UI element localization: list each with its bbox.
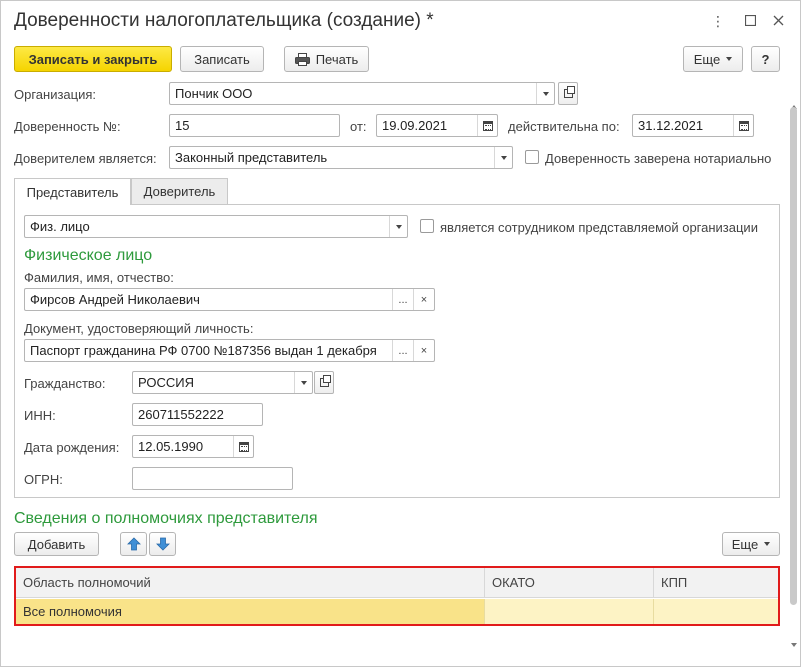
from-date-input[interactable]: 19.09.2021 <box>376 114 498 137</box>
calendar-icon[interactable] <box>733 115 753 136</box>
valid-until-value: 31.12.2021 <box>638 118 704 133</box>
organization-label: Организация: <box>14 87 97 102</box>
select-button[interactable]: ... <box>392 289 413 310</box>
scroll-thumb[interactable] <box>790 107 797 605</box>
from-date-value: 19.09.2021 <box>382 118 448 133</box>
powers-more-button[interactable]: Еще <box>722 532 780 556</box>
ogrn-input[interactable] <box>132 467 293 490</box>
citizenship-value: РОССИЯ <box>138 375 195 390</box>
inn-label: ИНН: <box>24 408 56 423</box>
window-title: Доверенности налогоплательщика (создание… <box>14 10 434 31</box>
column-header-okato[interactable]: ОКАТО <box>485 568 654 598</box>
cell-okato[interactable] <box>485 599 654 624</box>
inn-value: 260711552222 <box>138 407 224 422</box>
maximize-icon[interactable] <box>740 11 760 31</box>
employee-label: является сотрудником представляемой орга… <box>440 220 758 235</box>
open-organization-button[interactable] <box>558 82 578 105</box>
organization-value: Пончик ООО <box>175 86 253 101</box>
column-header-kpp[interactable]: КПП <box>654 568 778 598</box>
powers-more-label: Еще <box>731 536 759 552</box>
inn-input[interactable]: 260711552222 <box>132 403 263 426</box>
poa-number-value: 15 <box>175 118 190 133</box>
notarized-checkbox[interactable] <box>525 150 539 164</box>
fio-input[interactable]: Фирсов Андрей Николаевич ... × <box>24 288 435 311</box>
chevron-down-icon[interactable] <box>494 147 512 168</box>
clear-icon[interactable]: × <box>413 289 434 310</box>
calendar-icon[interactable] <box>477 115 497 136</box>
print-label: Печать <box>315 51 359 67</box>
birth-date-label: Дата рождения: <box>24 440 120 455</box>
print-button[interactable]: Печать <box>284 46 369 72</box>
notarized-label: Доверенность заверена нотариально <box>545 151 772 166</box>
document-window: Доверенности налогоплательщика (создание… <box>0 0 801 667</box>
identity-document-label: Документ, удостоверяющий личность: <box>24 321 254 336</box>
identity-document-input[interactable]: Паспорт гражданина РФ 0700 №187356 выдан… <box>24 339 435 362</box>
calendar-icon[interactable] <box>233 436 253 457</box>
fio-value: Фирсов Андрей Николаевич <box>30 292 200 307</box>
birth-date-value: 12.05.1990 <box>138 439 204 454</box>
individual-section-title: Физическое лицо <box>24 247 153 264</box>
open-citizenship-button[interactable] <box>314 371 334 394</box>
tab-representative[interactable]: Представитель <box>14 178 131 205</box>
powers-section-title: Сведения о полномочиях представителя <box>14 510 318 527</box>
principal-select[interactable]: Законный представитель <box>169 146 513 169</box>
clear-icon[interactable]: × <box>413 340 434 361</box>
citizenship-select[interactable]: РОССИЯ <box>132 371 313 394</box>
column-header-scope[interactable]: Область полномочий <box>16 568 485 598</box>
citizenship-label: Гражданство: <box>24 376 106 391</box>
chevron-down-icon[interactable] <box>536 83 554 104</box>
table-row[interactable]: Все полномочия <box>16 599 778 624</box>
scroll-down-icon[interactable] <box>789 641 798 649</box>
chevron-down-icon[interactable] <box>294 372 312 393</box>
chevron-down-icon[interactable] <box>389 216 407 237</box>
open-icon <box>563 86 575 98</box>
cell-kpp[interactable] <box>654 599 778 624</box>
principal-label: Доверителем является: <box>14 151 157 166</box>
table-header: Область полномочий ОКАТО КПП <box>16 568 778 598</box>
cell-scope[interactable]: Все полномочия <box>16 599 485 624</box>
poa-number-label: Доверенность №: <box>14 119 121 134</box>
help-button[interactable]: ? <box>751 46 780 72</box>
valid-until-input[interactable]: 31.12.2021 <box>632 114 754 137</box>
valid-until-label: действительна по: <box>508 119 620 134</box>
save-button[interactable]: Записать <box>180 46 264 72</box>
chevron-down-icon <box>764 542 771 546</box>
from-date-label: от: <box>350 119 367 134</box>
ogrn-label: ОГРН: <box>24 472 63 487</box>
open-icon <box>319 375 331 387</box>
fio-label: Фамилия, имя, отчество: <box>24 270 174 285</box>
representative-type-select[interactable]: Физ. лицо <box>24 215 408 238</box>
birth-date-input[interactable]: 12.05.1990 <box>132 435 254 458</box>
move-up-button[interactable] <box>120 532 147 556</box>
organization-field[interactable]: Пончик ООО <box>169 82 555 105</box>
arrow-up-icon <box>126 537 141 551</box>
poa-number-input[interactable]: 15 <box>169 114 340 137</box>
principal-value: Законный представитель <box>175 150 328 165</box>
more-button[interactable]: Еще <box>683 46 743 72</box>
kebab-menu-icon[interactable]: ⋮ <box>708 11 728 31</box>
vertical-scrollbar[interactable] <box>789 101 798 666</box>
representative-type-value: Физ. лицо <box>30 219 90 234</box>
printer-icon <box>294 52 310 66</box>
tab-principal[interactable]: Доверитель <box>131 178 228 204</box>
arrow-down-icon <box>155 537 170 551</box>
identity-document-value: Паспорт гражданина РФ 0700 №187356 выдан… <box>30 343 377 358</box>
save-and-close-button[interactable]: Записать и закрыть <box>14 46 172 72</box>
select-button[interactable]: ... <box>392 340 413 361</box>
add-button[interactable]: Добавить <box>14 532 99 556</box>
chevron-down-icon <box>726 57 733 61</box>
more-label: Еще <box>693 51 721 67</box>
move-down-button[interactable] <box>149 532 176 556</box>
close-icon[interactable] <box>768 11 788 31</box>
employee-checkbox[interactable] <box>420 219 434 233</box>
powers-table: Область полномочий ОКАТО КПП Все полномо… <box>14 566 780 626</box>
